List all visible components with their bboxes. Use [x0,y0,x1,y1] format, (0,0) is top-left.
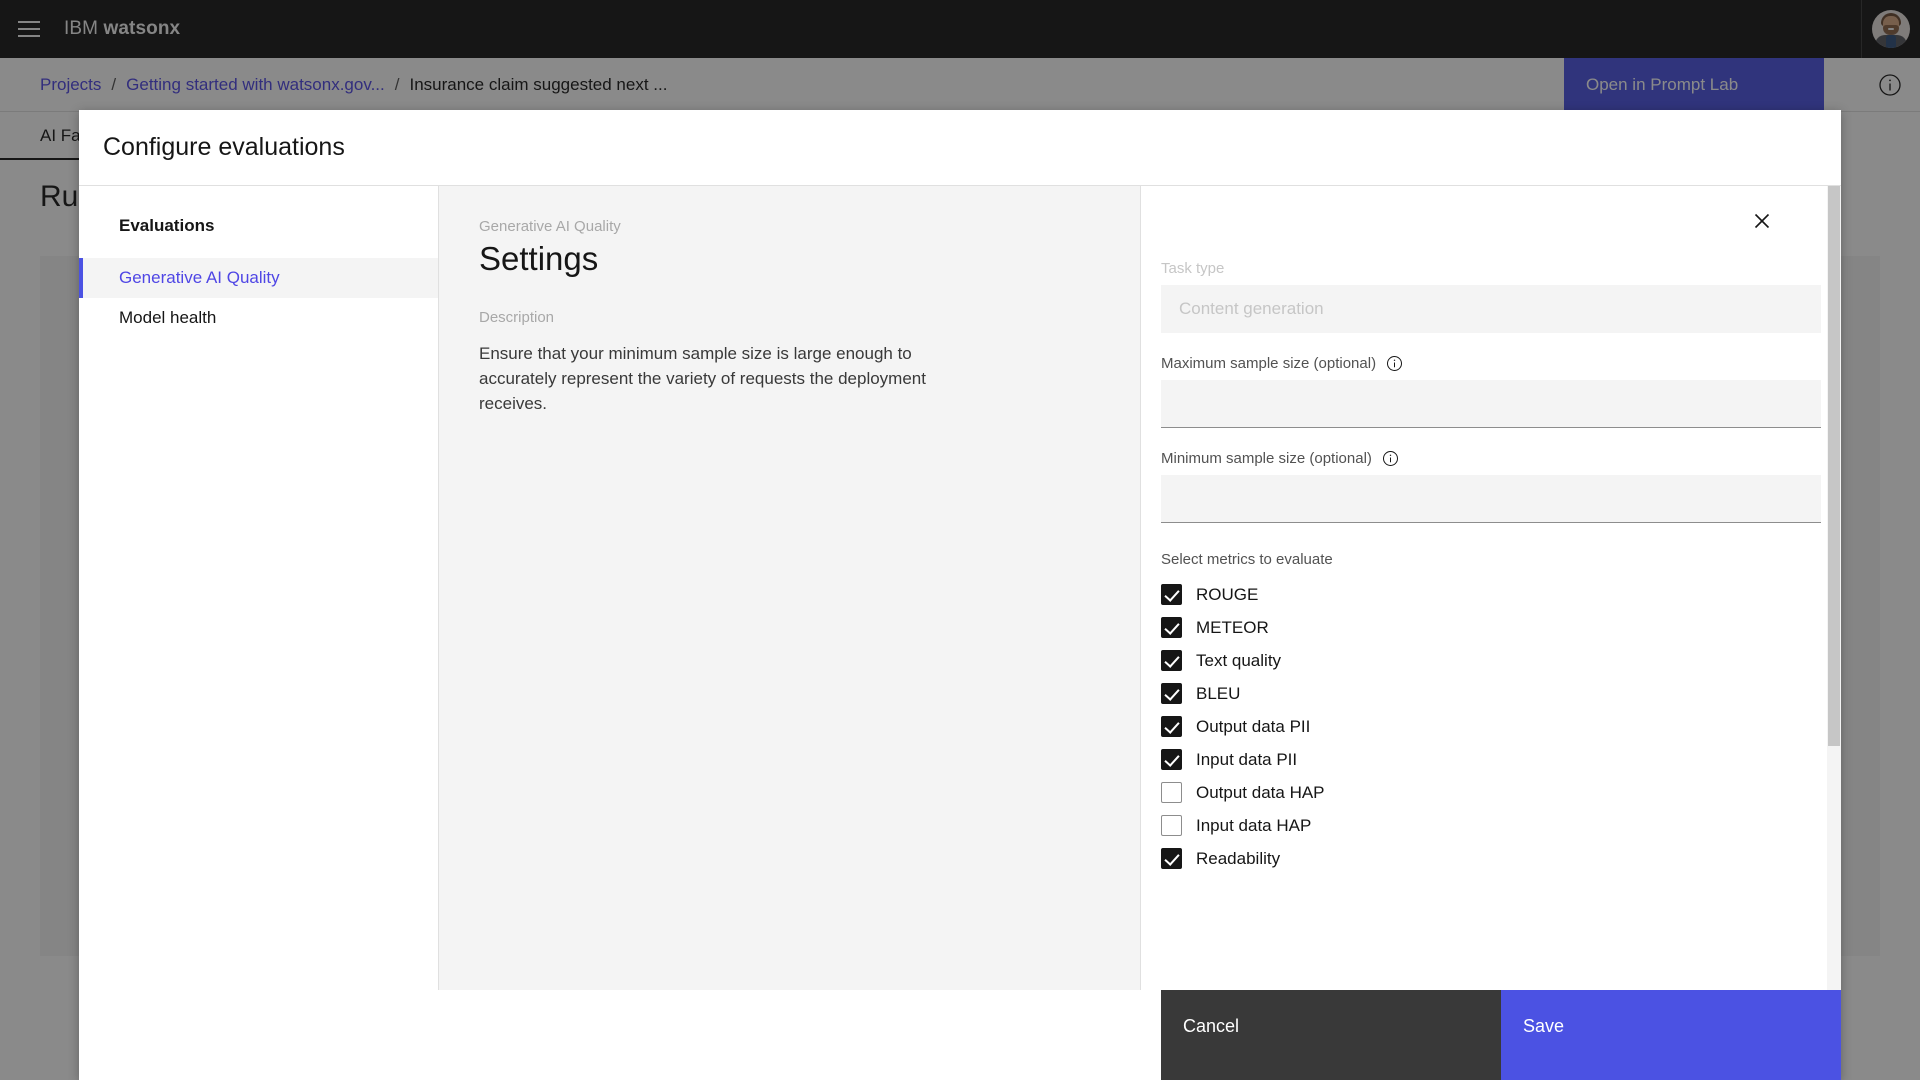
save-button[interactable]: Save [1501,990,1841,1080]
metric-checkbox-label: Input data HAP [1196,815,1312,835]
maximum-sample-size-field: Maximum sample size (optional) [1161,355,1821,428]
checkbox-checked-icon[interactable] [1161,683,1182,704]
checkbox-checked-icon[interactable] [1161,716,1182,737]
select-metrics-label: Select metrics to evaluate [1161,551,1333,568]
minimum-sample-size-field: Minimum sample size (optional) [1161,450,1821,523]
metric-checkbox-row[interactable]: ROUGE [1161,578,1821,611]
modal-title: Configure evaluations [103,133,345,161]
metric-checkbox-row[interactable]: BLEU [1161,677,1821,710]
metric-checkbox-row[interactable]: Input data HAP [1161,809,1821,842]
minimum-sample-size-label: Minimum sample size (optional) [1161,450,1821,467]
checkbox-checked-icon[interactable] [1161,650,1182,671]
metrics-checkbox-list: ROUGE METEOR Text quality BLEU Output data P… [1161,578,1821,875]
metric-checkbox-label: BLEU [1196,683,1241,703]
task-type-label: Task type [1161,260,1225,277]
checkbox-checked-icon[interactable] [1161,584,1182,605]
checkbox-unchecked-icon[interactable] [1161,782,1182,803]
cancel-button[interactable]: Cancel [1161,990,1501,1080]
metric-checkbox-label: Output data HAP [1196,782,1325,802]
metric-checkbox-row[interactable]: METEOR [1161,611,1821,644]
metric-checkbox-label: ROUGE [1196,584,1259,604]
checkbox-unchecked-icon[interactable] [1161,815,1182,836]
metric-checkbox-label: METEOR [1196,617,1269,637]
maximum-sample-size-label: Maximum sample size (optional) [1161,355,1821,372]
metric-checkbox-row[interactable]: Readability [1161,842,1821,875]
information-icon[interactable] [1382,450,1399,467]
description-text: Ensure that your minimum sample size is … [479,344,926,413]
task-type-input: Content generation [1161,285,1821,333]
checkbox-checked-icon[interactable] [1161,617,1182,638]
panel-title: Settings [479,240,599,277]
modal-header: Configure evaluations [79,110,1841,186]
maximum-sample-size-input[interactable] [1161,380,1821,428]
panel-eyebrow: Generative AI Quality [479,218,621,235]
modal-scrollbar[interactable] [1827,186,1841,990]
checkbox-checked-icon[interactable] [1161,848,1182,869]
information-icon[interactable] [1386,355,1403,372]
metric-checkbox-row[interactable]: Output data PII [1161,710,1821,743]
close-icon[interactable] [1745,204,1779,238]
minimum-sample-size-label-text: Minimum sample size (optional) [1161,450,1372,467]
modal-side-navigation: Evaluations Generative AI Quality Model … [79,186,439,990]
side-nav-heading: Evaluations [119,216,215,235]
metric-checkbox-row[interactable]: Text quality [1161,644,1821,677]
metric-checkbox-label: Output data PII [1196,716,1311,736]
metric-checkbox-label: Input data PII [1196,749,1298,769]
minimum-sample-size-input[interactable] [1161,475,1821,523]
metric-checkbox-row[interactable]: Output data HAP [1161,776,1821,809]
sidebar-item-model-health[interactable]: Model health [79,298,438,338]
metric-checkbox-label: Readability [1196,848,1281,868]
sidebar-item-label: Model health [119,308,217,327]
settings-form-panel: Task type Content generation Maximum sam… [1141,186,1841,990]
sidebar-item-label: Generative AI Quality [119,268,280,287]
checkbox-checked-icon[interactable] [1161,749,1182,770]
metric-checkbox-row[interactable]: Input data PII [1161,743,1821,776]
scrollbar-thumb[interactable] [1828,186,1840,746]
modal-footer: Cancel Save [79,990,1841,1080]
settings-description-panel: Generative AI Quality Settings Descripti… [439,186,1141,990]
sidebar-item-generative-ai-quality[interactable]: Generative AI Quality [79,258,438,298]
metric-checkbox-label: Text quality [1196,650,1282,670]
modal-body: Evaluations Generative AI Quality Model … [79,186,1841,990]
description-label: Description [479,309,555,327]
configure-evaluations-modal: Configure evaluations Evaluations Genera… [79,110,1841,1080]
form-fields: Task type Content generation Maximum sam… [1161,214,1821,875]
maximum-sample-size-label-text: Maximum sample size (optional) [1161,355,1377,372]
task-type-field: Task type Content generation [1161,260,1821,333]
